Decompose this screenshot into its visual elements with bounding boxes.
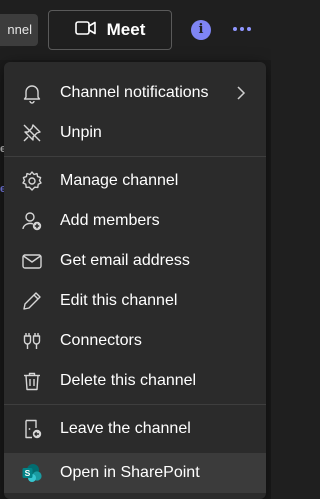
add-person-icon — [21, 210, 43, 232]
menu-item-delete-channel[interactable]: Delete this channel — [4, 361, 266, 401]
menu-item-unpin[interactable]: Unpin — [4, 113, 266, 153]
menu-item-edit-channel[interactable]: Edit this channel — [4, 281, 266, 321]
menu-item-label: Get email address — [60, 252, 190, 269]
plug-icon — [21, 330, 43, 352]
pencil-icon — [21, 290, 43, 312]
meet-button[interactable]: Meet — [48, 10, 172, 50]
leave-door-icon — [21, 418, 43, 440]
channel-tab-chip[interactable]: nnel — [0, 14, 38, 46]
menu-divider — [4, 404, 266, 405]
menu-item-label: Add members — [60, 212, 160, 229]
unpin-icon — [21, 122, 43, 144]
more-options-icon[interactable] — [231, 18, 253, 40]
menu-item-label: Manage channel — [60, 172, 179, 189]
channel-context-menu: Channel notifications Unpin Manage chann… — [4, 62, 266, 499]
menu-item-get-email-address[interactable]: Get email address — [4, 241, 266, 281]
gear-icon — [21, 170, 43, 192]
menu-item-label: Channel notifications — [60, 84, 209, 101]
menu-item-connectors[interactable]: Connectors — [4, 321, 266, 361]
sharepoint-icon: S — [21, 462, 43, 484]
menu-item-label: Delete this channel — [60, 372, 197, 389]
video-camera-icon — [74, 20, 97, 41]
bell-icon — [21, 82, 43, 104]
menu-item-label: Edit this channel — [60, 292, 178, 309]
channel-header: nnel Meet i — [0, 0, 271, 60]
menu-item-label: Unpin — [60, 124, 102, 141]
meet-label: Meet — [106, 20, 146, 39]
menu-item-label: Connectors — [60, 332, 142, 349]
mail-icon — [21, 250, 43, 272]
menu-item-leave-channel[interactable]: Leave the channel — [4, 409, 266, 449]
info-icon[interactable]: i — [191, 20, 211, 40]
menu-item-add-members[interactable]: Add members — [4, 201, 266, 241]
menu-divider — [4, 156, 266, 157]
menu-item-label: Leave the channel — [60, 420, 191, 437]
menu-item-channel-notifications[interactable]: Channel notifications — [4, 73, 266, 113]
menu-item-label: Open in SharePoint — [60, 464, 200, 481]
teams-window: e e nnel Meet i Channel notific — [0, 0, 271, 499]
trash-icon — [21, 370, 43, 392]
svg-text:S: S — [25, 468, 31, 478]
menu-item-manage-channel[interactable]: Manage channel — [4, 161, 266, 201]
chevron-right-icon — [234, 85, 248, 101]
menu-item-open-in-sharepoint[interactable]: S Open in SharePoint — [4, 453, 266, 493]
